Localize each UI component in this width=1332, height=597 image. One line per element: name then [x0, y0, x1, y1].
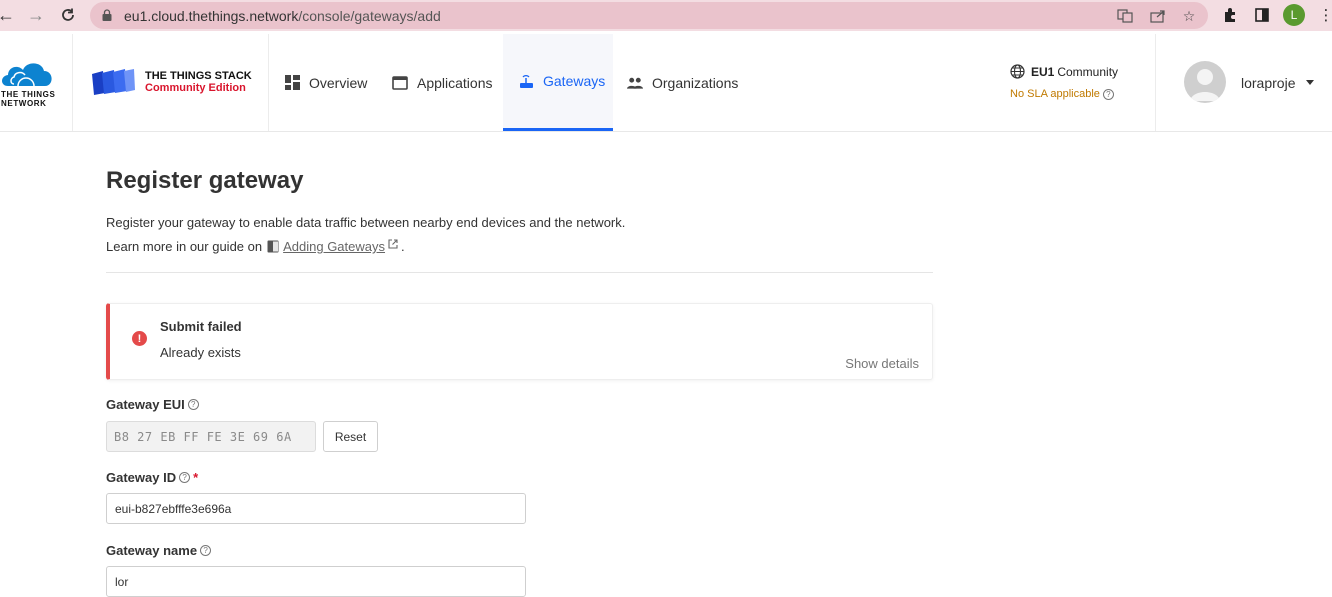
url-text: eu1.cloud.thethings.network/console/gate…	[124, 8, 441, 24]
show-details-button[interactable]: Show details	[845, 356, 919, 371]
book-icon	[267, 240, 279, 253]
gateway-name-input[interactable]: lor	[106, 566, 526, 597]
gateway-eui-field: B8 27 EB FF FE 3E 69 6A	[106, 421, 316, 452]
gateway-id-input[interactable]: eui-b827ebfffe3e696a	[106, 493, 526, 524]
region-code: EU1	[1031, 64, 1055, 79]
dashboard-icon	[284, 75, 300, 91]
reset-button[interactable]: Reset	[323, 421, 378, 452]
external-link-icon	[388, 238, 398, 249]
side-panel-icon[interactable]	[1252, 5, 1272, 25]
page-description: Register your gateway to enable data tra…	[106, 215, 626, 230]
app-header: THE THINGS NETWORK THE THINGS STACK Commu…	[0, 34, 1332, 132]
nav-gateways[interactable]: Gateways	[503, 34, 613, 131]
reload-icon[interactable]	[56, 4, 80, 26]
avatar	[1184, 61, 1226, 103]
adding-gateways-link[interactable]: Adding Gateways	[283, 239, 385, 254]
ttn-logo-text: THE THINGS NETWORK	[1, 90, 56, 108]
error-notification: ! Submit failed Already exists Show deta…	[106, 303, 933, 380]
nav-label: Applications	[417, 74, 493, 91]
sla-text: No SLA applicable?	[1010, 88, 1114, 100]
alert-message: Already exists	[160, 345, 241, 360]
gateway-eui-label: Gateway EUI?	[106, 397, 199, 412]
tts-stack-icon	[92, 69, 135, 95]
error-icon: !	[132, 331, 147, 346]
gateway-name-label: Gateway name?	[106, 543, 212, 558]
caret-down-icon	[1306, 80, 1314, 85]
nav-label: Gateways	[543, 73, 606, 89]
profile-avatar[interactable]: L	[1283, 4, 1305, 26]
globe-icon	[1010, 64, 1025, 79]
translate-icon[interactable]	[1116, 7, 1134, 25]
back-icon[interactable]: ←	[0, 4, 18, 26]
star-icon[interactable]: ☆	[1180, 7, 1198, 25]
browser-toolbar: ← → eu1.cloud.thethings.network/console/…	[0, 0, 1332, 31]
tts-logo[interactable]: THE THINGS STACK Community Edition	[73, 34, 269, 131]
help-icon[interactable]: ?	[200, 545, 212, 556]
share-icon[interactable]	[1149, 7, 1167, 25]
ttn-logo[interactable]: THE THINGS NETWORK	[0, 34, 73, 131]
nav-organizations[interactable]: Organizations	[627, 34, 747, 131]
help-icon[interactable]: ?	[1102, 88, 1114, 100]
gateway-id-label: Gateway ID? *	[106, 470, 199, 485]
tts-title: THE THINGS STACK	[145, 70, 252, 82]
region-name: Community	[1057, 64, 1119, 79]
username: loraproje	[1241, 75, 1296, 91]
people-icon	[627, 75, 643, 91]
divider	[106, 272, 933, 273]
cloud-icon	[2, 63, 52, 87]
web-asset-icon	[392, 75, 408, 91]
nav-applications[interactable]: Applications	[392, 34, 502, 131]
page-title: Register gateway	[106, 167, 304, 194]
nav-label: Organizations	[652, 74, 739, 91]
region-selector[interactable]: EU1 Community No SLA applicable?	[1010, 64, 1119, 100]
required-marker: *	[193, 470, 199, 485]
help-icon[interactable]: ?	[187, 399, 199, 410]
lock-icon	[102, 9, 112, 21]
nav-label: Overview	[309, 74, 368, 91]
forward-icon[interactable]: →	[24, 4, 48, 26]
tts-subtitle: Community Edition	[145, 82, 246, 94]
nav-overview[interactable]: Overview	[284, 34, 380, 131]
learn-more: Learn more in our guide on Adding Gatewa…	[106, 238, 405, 254]
address-bar[interactable]: eu1.cloud.thethings.network/console/gate…	[90, 2, 1208, 29]
help-icon[interactable]: ?	[179, 472, 191, 483]
menu-dots-icon[interactable]: ⋮	[1316, 5, 1332, 25]
extensions-icon[interactable]	[1220, 5, 1240, 25]
alert-title: Submit failed	[160, 319, 242, 334]
user-dropdown[interactable]: loraproje	[1155, 34, 1332, 131]
router-icon	[518, 73, 534, 89]
